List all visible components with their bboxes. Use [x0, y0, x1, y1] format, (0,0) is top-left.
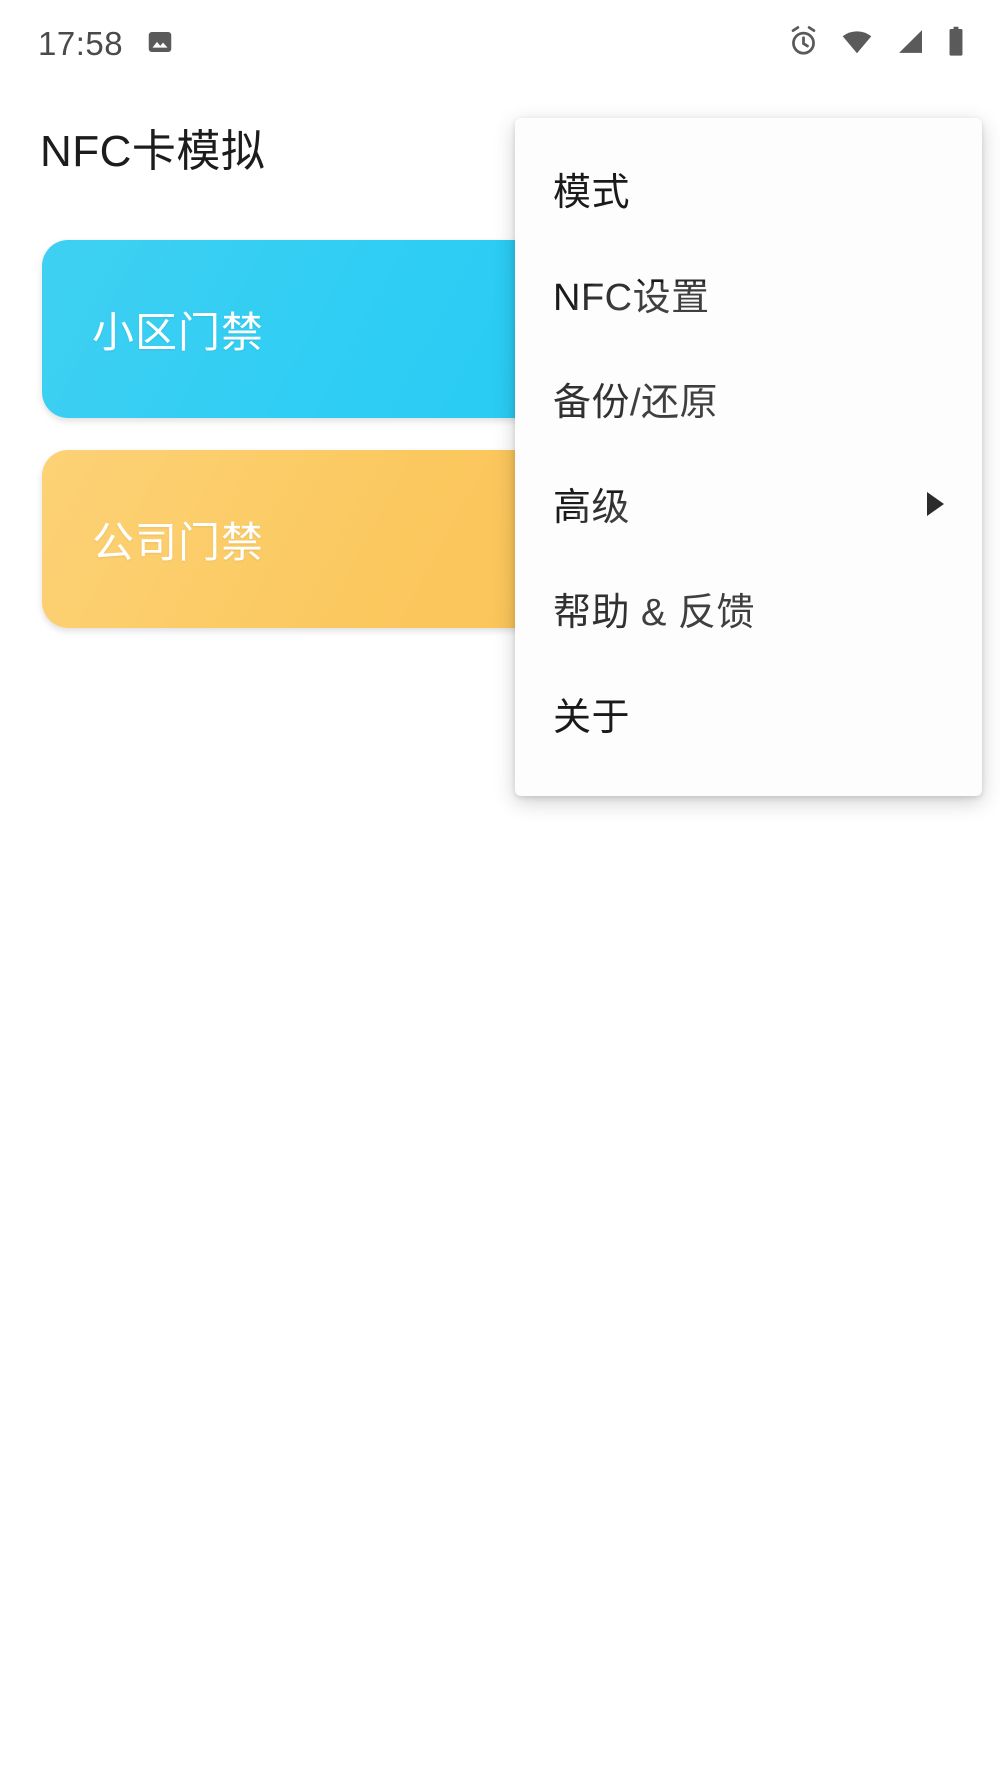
battery-icon — [946, 25, 966, 63]
menu-item-label: 模式 — [553, 172, 631, 214]
status-bar-left: 17:58 — [38, 25, 175, 63]
card-label: 小区门禁 — [92, 308, 265, 356]
status-clock: 17:58 — [38, 25, 124, 62]
page-title: NFC卡模拟 — [40, 127, 266, 176]
status-bar: 17:58 — [0, 0, 1000, 88]
overflow-menu: 模式 NFC设置 备份/还原 高级 帮助 & 反馈 关于 — [515, 118, 982, 796]
cellular-signal-icon — [894, 25, 926, 63]
app-screen: 17:58 NFC卡模拟 小区门禁 公司门禁 模式 NFC设置 备份/还原 高级… — [0, 0, 1000, 1777]
photo-notification-icon — [145, 27, 175, 62]
menu-item-mode[interactable]: 模式 — [515, 136, 982, 241]
status-bar-right — [787, 25, 966, 63]
wifi-icon — [840, 25, 874, 63]
menu-item-about[interactable]: 关于 — [515, 661, 982, 766]
menu-item-label: 关于 — [553, 697, 631, 739]
alarm-clock-icon — [787, 25, 820, 63]
card-label: 公司门禁 — [92, 518, 265, 566]
chevron-right-icon — [927, 491, 944, 516]
